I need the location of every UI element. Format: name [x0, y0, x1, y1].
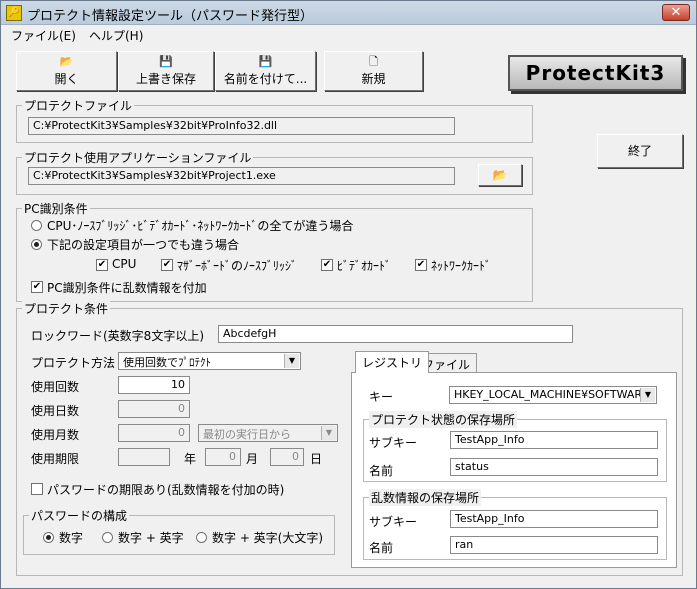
months-label: 使用月数 [31, 428, 80, 442]
protect-file-path: C:¥ProtectKit3¥Samples¥32bit¥ProInfo32.d… [28, 117, 455, 135]
save-as-button-label: 名前を付けて... [223, 72, 308, 86]
random-info-checkbox[interactable]: ✔ [31, 281, 43, 293]
open-button[interactable]: 📂 開く [16, 51, 117, 91]
floppy-disks-icon: 💾 [258, 55, 273, 68]
network-card-checkbox[interactable]: ✔ [415, 259, 427, 271]
months-basis-select[interactable]: 最初の実行日から ▼ [198, 424, 338, 442]
days-input[interactable]: 0 [118, 400, 190, 418]
lockword-input[interactable]: AbcdefgH [218, 325, 573, 343]
window-title: プロテクト情報設定ツール（パスワード発行型） [27, 9, 314, 24]
motherboard-label: ﾏｻﾞｰﾎﾞｰﾄﾞのﾉｰｽﾌﾞﾘｯｼﾞ [177, 259, 298, 273]
key-value: HKEY_LOCAL_MACHINE¥SOFTWARE [454, 388, 649, 401]
expiry-day-input[interactable]: 0 [270, 448, 304, 466]
subkey-input[interactable]: TestApp_Info [450, 431, 658, 449]
months-basis-value: 最初の実行日から [203, 428, 291, 441]
new-button[interactable]: 🗋 新規 [324, 51, 423, 91]
network-card-label: ﾈｯﾄﾜｰｸｶｰﾄﾞ [431, 259, 492, 273]
day-unit: 日 [310, 452, 323, 466]
main-window: 🔑 プロテクト情報設定ツール（パスワード発行型） ✕ ファイル(E) ヘルプ(H… [0, 0, 697, 589]
subkey-label: サブキー [369, 436, 418, 450]
chevron-down-icon: ▼ [284, 354, 299, 368]
key-label: キー [369, 390, 394, 404]
floppy-disk-icon: 💾 [159, 55, 173, 68]
video-card-checkbox[interactable]: ✔ [321, 259, 333, 271]
months-input[interactable]: 0 [118, 424, 190, 442]
key-select[interactable]: HKEY_LOCAL_MACHINE¥SOFTWARE ▼ [449, 386, 657, 404]
save-as-button[interactable]: 💾 名前を付けて... [215, 51, 316, 91]
method-select[interactable]: 使用回数でﾌﾟﾛﾃｸﾄ ▼ [118, 352, 301, 370]
save-button[interactable]: 💾 上書き保存 [118, 51, 214, 91]
name-input[interactable]: status [450, 458, 658, 476]
method-value: 使用回数でﾌﾟﾛﾃｸﾄ [123, 356, 211, 369]
protect-conditions-label: プロテクト条件 [22, 300, 111, 317]
name2-input[interactable]: ran [450, 536, 658, 554]
protect-state-label: プロテクト状態の保存場所 [369, 411, 518, 428]
new-document-icon: 🗋 [369, 55, 378, 68]
count-label: 使用回数 [31, 380, 80, 394]
pw-expiry-label: パスワードの期限あり(乱数情報を付加の時) [47, 483, 285, 497]
pc-id-label: PC識別条件 [22, 200, 90, 217]
pc-id-any-label: 下記の設定項目が一つでも違う場合 [47, 238, 240, 252]
month-unit: 月 [246, 452, 259, 466]
count-input[interactable]: 10 [118, 376, 190, 394]
menu-bar: ファイル(E) ヘルプ(H) [1, 25, 696, 45]
menu-file[interactable]: ファイル(E) [11, 27, 76, 44]
pw-num-en-upper-label: 数字 + 英字(大文字) [212, 531, 324, 545]
chevron-down-icon: ▼ [640, 388, 655, 402]
folder-open-icon: 📂 [59, 55, 74, 68]
cpu-checkbox[interactable]: ✔ [96, 259, 108, 271]
pw-struct-label: パスワードの構成 [29, 507, 130, 524]
motherboard-checkbox[interactable]: ✔ [161, 259, 173, 271]
lockword-label: ロックワード(英数字8文字以上) [31, 329, 204, 343]
pw-num-en-radio[interactable] [102, 532, 113, 543]
protectkit-logo: ProtectKit3 [508, 55, 683, 91]
video-card-label: ﾋﾞﾃﾞｵｶｰﾄﾞ [337, 259, 392, 273]
menu-help[interactable]: ヘルプ(H) [89, 27, 143, 44]
browse-app-file-button[interactable]: 📂 [478, 164, 522, 186]
pc-id-all-label: CPU･ﾉｰｽﾌﾞﾘｯｼﾞ･ﾋﾞﾃﾞｵｶｰﾄﾞ･ﾈｯﾄﾜｰｸｶｰﾄﾞの全てが違う… [47, 219, 354, 233]
pw-expiry-checkbox[interactable] [31, 483, 43, 495]
chevron-down-icon: ▼ [321, 426, 336, 440]
pw-num-radio[interactable] [43, 532, 54, 543]
lock-key-icon: 🔑 [6, 5, 22, 21]
year-unit: 年 [184, 452, 197, 466]
open-button-label: 開く [54, 72, 79, 86]
pw-num-label: 数字 [59, 531, 84, 545]
random-info-label: PC識別条件に乱数情報を付加 [47, 281, 207, 295]
expiry-month-input[interactable]: 0 [205, 448, 241, 466]
random-info-location-label: 乱数情報の保存場所 [369, 489, 482, 506]
close-window-button[interactable]: ✕ [662, 4, 690, 21]
pc-id-all-radio[interactable] [31, 220, 42, 231]
protect-file-label: プロテクトファイル [22, 97, 135, 114]
pw-num-en-label: 数字 + 英字 [118, 531, 184, 545]
name-label: 名前 [369, 464, 394, 478]
pw-num-en-upper-radio[interactable] [196, 532, 207, 543]
method-label: プロテクト方法 [31, 356, 116, 370]
subkey2-label: サブキー [369, 515, 418, 529]
title-bar: 🔑 プロテクト情報設定ツール（パスワード発行型） ✕ [1, 1, 696, 25]
app-file-path: C:¥ProtectKit3¥Samples¥32bit¥Project1.ex… [28, 167, 455, 185]
exit-button[interactable]: 終了 [597, 134, 683, 168]
expiry-year-input[interactable] [118, 448, 170, 466]
new-button-label: 新規 [361, 72, 386, 86]
days-label: 使用日数 [31, 404, 80, 418]
save-button-label: 上書き保存 [135, 72, 196, 86]
subkey2-input[interactable]: TestApp_Info [450, 510, 658, 528]
folder-open-icon: 📂 [492, 168, 508, 182]
cpu-label: CPU [112, 257, 137, 271]
tab-registry[interactable]: レジストリ [355, 351, 430, 373]
app-file-label: プロテクト使用アプリケーションファイル [22, 149, 254, 166]
expiry-label: 使用期限 [31, 452, 80, 466]
pc-id-any-radio[interactable] [31, 239, 42, 250]
name2-label: 名前 [369, 541, 394, 555]
